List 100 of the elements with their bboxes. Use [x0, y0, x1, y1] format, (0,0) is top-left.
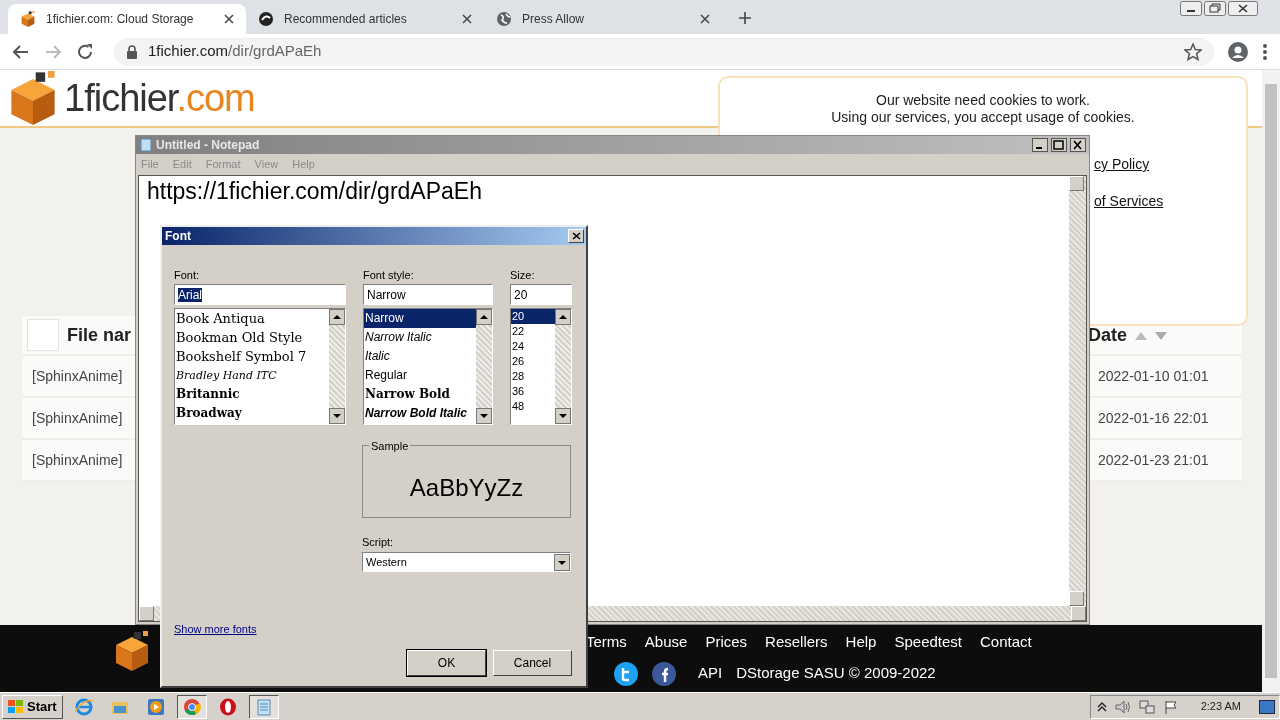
close-icon[interactable] — [224, 14, 234, 24]
profile-icon[interactable] — [1228, 41, 1248, 62]
list-item[interactable]: 48 — [511, 399, 555, 414]
file-date: 2022-01-23 21:01 — [1097, 450, 1210, 470]
url-text: 1fichier.com/dir/grdAPaEh — [148, 41, 322, 62]
list-item[interactable]: Broadway — [175, 404, 329, 423]
scrollbar[interactable] — [476, 309, 492, 424]
address-bar[interactable]: 1fichier.com/dir/grdAPaEh — [114, 37, 1214, 66]
cookie-text: Using our services, you accept usage of cookies. — [830, 109, 1136, 126]
list-item[interactable]: Bookshelf Symbol 7 — [175, 347, 329, 366]
footer-link[interactable]: Resellers — [765, 631, 828, 654]
flag-icon[interactable] — [1162, 698, 1179, 715]
list-item[interactable]: Regular — [364, 366, 476, 385]
script-dropdown[interactable]: Western — [362, 552, 571, 572]
list-item[interactable]: 26 — [511, 354, 555, 369]
list-item[interactable]: Narrow Bold Italic — [364, 404, 476, 423]
close-icon[interactable] — [462, 14, 472, 24]
chevron-up-icon[interactable] — [1096, 701, 1107, 712]
close-icon[interactable] — [1228, 1, 1258, 16]
scroll-up-icon[interactable] — [476, 309, 492, 325]
menu-icon[interactable] — [1262, 42, 1268, 61]
close-icon[interactable] — [1070, 138, 1086, 152]
twitter-icon[interactable] — [614, 661, 638, 686]
scroll-down-icon[interactable] — [555, 408, 571, 424]
link[interactable]: Show more fonts — [174, 620, 257, 637]
select-all-checkbox[interactable] — [27, 319, 59, 351]
new-tab-icon[interactable] — [738, 11, 752, 25]
close-icon[interactable] — [700, 14, 710, 24]
list-item[interactable]: 24 — [511, 339, 555, 354]
dialog-button[interactable]: Cancel — [493, 650, 572, 676]
maximize-icon[interactable] — [1051, 138, 1067, 152]
scrollbar[interactable] — [1262, 70, 1280, 692]
column-header[interactable]: File nar — [67, 321, 132, 349]
list-item[interactable]: 20 — [511, 309, 555, 324]
start-button[interactable]: Start — [2, 694, 63, 719]
list-box[interactable]: Book Antiqua Bookman Old Style Bookshelf Symbol 7 Bradley Hand ITC Britannic Broadway — [174, 308, 346, 425]
footer-link[interactable]: Prices — [705, 631, 748, 654]
minimize-icon[interactable] — [1180, 1, 1202, 16]
list-box[interactable]: 20 22 24 26 28 36 48 — [510, 308, 572, 425]
text-field[interactable]: 20 — [510, 284, 572, 305]
list-item[interactable]: 36 — [511, 384, 555, 399]
footer-link[interactable]: API — [698, 662, 723, 685]
show-desktop-icon[interactable] — [1259, 699, 1275, 714]
facebook-icon[interactable] — [652, 661, 676, 686]
footer-link[interactable]: Abuse — [644, 631, 688, 654]
text-field[interactable]: Arial — [174, 284, 346, 305]
notepad-icon — [254, 697, 273, 716]
scroll-down-icon[interactable] — [476, 408, 492, 424]
list-box[interactable]: Narrow Narrow Italic Italic Regular Narrow Bold Narrow Bold Italic — [363, 308, 493, 425]
windows-logo-icon — [8, 699, 24, 714]
site-logo[interactable]: 1fichier.com — [64, 79, 255, 117]
cookie-link[interactable]: of Services — [1094, 191, 1164, 212]
footer-link[interactable]: Contact — [980, 631, 1032, 654]
list-item[interactable]: Bookman Old Style — [175, 328, 329, 347]
list-item[interactable]: Bradley Hand ITC — [175, 366, 329, 385]
cookie-link[interactable]: cy Policy — [1094, 154, 1150, 175]
text-field[interactable]: Narrow — [363, 284, 493, 305]
file-date: 2022-01-10 01:01 — [1097, 366, 1210, 386]
dialog-button[interactable]: OK — [407, 650, 486, 676]
footer-link[interactable]: Terms — [586, 631, 627, 654]
star-icon[interactable] — [1184, 42, 1202, 61]
list-item[interactable]: Britannic — [175, 385, 329, 404]
scrollbar[interactable] — [1069, 176, 1086, 606]
list-item[interactable]: 22 — [511, 324, 555, 339]
list-item[interactable]: Book Antiqua — [175, 309, 329, 328]
close-icon — [571, 232, 581, 240]
footer-link[interactable]: Speedtest — [894, 631, 963, 654]
taskbar-button[interactable] — [176, 694, 207, 719]
restore-icon[interactable] — [1204, 1, 1226, 16]
scrollbar[interactable] — [555, 309, 571, 424]
file-name[interactable]: [SphinxAnime] — [22, 449, 123, 471]
network-icon[interactable] — [1138, 698, 1155, 715]
minimize-icon[interactable] — [1032, 138, 1048, 152]
browser-tab[interactable]: Recommended articles — [246, 4, 484, 34]
list-item[interactable]: 28 — [511, 369, 555, 384]
field-label: Script: — [362, 535, 395, 548]
window-title: Untitled - Notepad — [156, 137, 260, 154]
notepad-icon — [139, 138, 153, 152]
scroll-down-icon[interactable] — [329, 408, 345, 424]
list-item[interactable]: Narrow Bold — [364, 385, 476, 404]
speaker-icon[interactable] — [1114, 698, 1131, 715]
ie-icon — [74, 697, 93, 716]
reload-icon[interactable] — [76, 42, 94, 61]
scrollbar[interactable] — [329, 309, 345, 424]
media-player-icon — [146, 697, 165, 716]
list-item[interactable]: Narrow Italic — [364, 328, 476, 347]
file-name[interactable]: [SphinxAnime] — [22, 365, 123, 387]
back-icon[interactable] — [12, 42, 30, 61]
list-item[interactable]: Narrow — [364, 309, 476, 328]
browser-tab[interactable]: Press Allow — [484, 4, 722, 34]
taskbar-button[interactable] — [248, 694, 279, 719]
file-name[interactable]: [SphinxAnime] — [22, 407, 123, 429]
clock[interactable]: 2:23 AM — [1200, 698, 1241, 715]
browser-tab[interactable]: 1fichier.com: Cloud Storage — [8, 4, 246, 34]
scroll-up-icon[interactable] — [555, 309, 571, 325]
footer-link[interactable]: Help — [845, 631, 877, 654]
close-button[interactable] — [568, 229, 584, 243]
copyright-text: DStorage SASU © 2009-2022 — [736, 663, 936, 684]
scroll-up-icon[interactable] — [329, 309, 345, 325]
list-item[interactable]: Italic — [364, 347, 476, 366]
